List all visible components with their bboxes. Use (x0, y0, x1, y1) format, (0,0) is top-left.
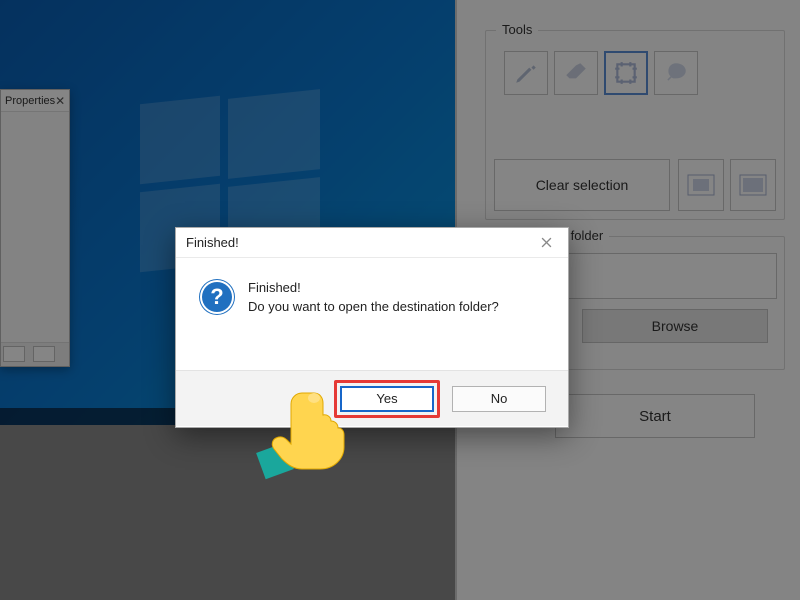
dialog-heading: Finished! (248, 278, 499, 297)
dialog-text: Finished! Do you want to open the destin… (248, 278, 499, 316)
dialog-close-button[interactable] (532, 232, 560, 254)
close-icon (541, 237, 552, 248)
app-stage: Properties ✕ Tools Clear selec (0, 0, 800, 600)
no-label: No (491, 391, 508, 406)
question-icon: ? (200, 280, 234, 314)
dialog-footer: Yes No (176, 370, 568, 426)
dialog-title: Finished! (186, 235, 239, 250)
yes-label: Yes (376, 391, 397, 406)
no-button[interactable]: No (452, 386, 546, 412)
pointing-hand-icon (256, 383, 356, 483)
dialog-titlebar: Finished! (176, 228, 568, 258)
dialog-message: Do you want to open the destination fold… (248, 297, 499, 316)
finished-dialog: Finished! ? Finished! Do you want to ope… (175, 227, 569, 428)
